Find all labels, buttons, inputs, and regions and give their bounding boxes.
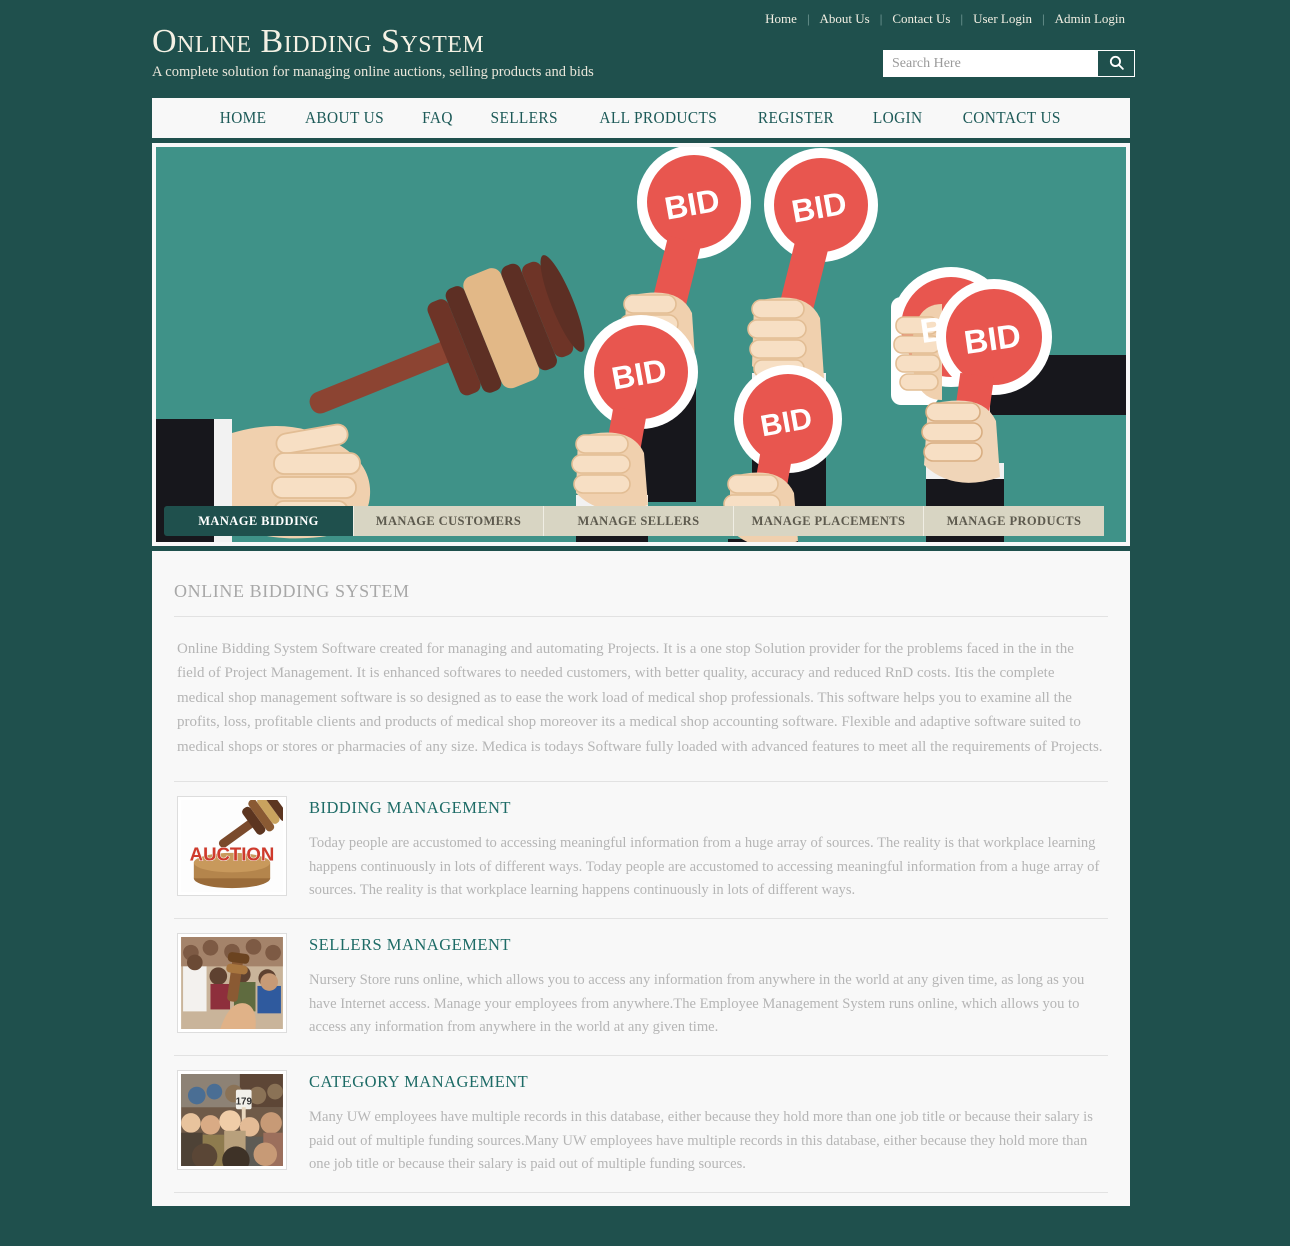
feature-body: BIDDING MANAGEMENT Today people are accu…	[309, 796, 1105, 902]
feature-body: SELLERS MANAGEMENT Nursery Store runs on…	[309, 933, 1105, 1039]
top-nav-item-about-us[interactable]: About Us	[810, 11, 880, 27]
search-button[interactable]	[1098, 51, 1134, 76]
top-nav-item-admin-login[interactable]: Admin Login	[1045, 11, 1135, 27]
svg-text:BID: BID	[962, 316, 1023, 361]
brand: Online Bidding System A complete solutio…	[152, 24, 594, 81]
feature-text: Nursery Store runs online, which allows …	[309, 972, 1085, 1035]
page-title: ONLINE BIDDING SYSTEM	[174, 581, 410, 601]
tab-label: MANAGE PLACEMENTS	[751, 513, 906, 528]
menu-item-all-products[interactable]: ALL PRODUCTS	[583, 108, 732, 128]
menu-item-sellers[interactable]: SELLERS	[475, 108, 574, 128]
site-tagline: A complete solution for managing online …	[152, 63, 594, 80]
menu-item-register[interactable]: REGISTER	[742, 108, 850, 128]
feature-body: CATEGORY MANAGEMENT Many UW employees ha…	[309, 1070, 1105, 1176]
feature-title: BIDDING MANAGEMENT	[309, 798, 511, 818]
tab-label: MANAGE BIDDING	[198, 513, 319, 528]
content-panel: ONLINE BIDDING SYSTEM Online Bidding Sys…	[152, 551, 1130, 1206]
tab-manage-customers[interactable]: MANAGE CUSTOMERS	[354, 506, 544, 536]
tab-label: MANAGE CUSTOMERS	[375, 513, 522, 528]
menu-item-login[interactable]: LOGIN	[857, 108, 938, 128]
menu-item-faq[interactable]: FAQ	[406, 108, 468, 128]
feature-item: SELLERS MANAGEMENT Nursery Store runs on…	[174, 919, 1108, 1055]
banner-panel: BID BID BID BID BID	[152, 143, 1130, 546]
auction-gavel-thumbnail: AUCTION	[177, 796, 287, 897]
auction-crowd-gavel-thumbnail	[177, 933, 287, 1034]
tab-manage-placements[interactable]: MANAGE PLACEMENTS	[734, 506, 924, 536]
top-nav-item-home[interactable]: Home	[755, 11, 807, 27]
intro-paragraph: Online Bidding System Software created f…	[177, 641, 1103, 755]
main-menu: HOME ABOUT US FAQ SELLERS ALL PRODUCTS R…	[152, 98, 1130, 138]
bidding-crowd-paddle-thumbnail: 179	[177, 1070, 287, 1171]
tab-label: MANAGE SELLERS	[577, 513, 700, 528]
auction-room-image	[181, 937, 283, 1030]
top-nav-item-user-login[interactable]: User Login	[963, 11, 1042, 27]
svg-text:179: 179	[236, 1097, 253, 1108]
search-input[interactable]	[884, 51, 1098, 76]
feature-item: 179 CATEGORY MANAGEMENT Many UW employee…	[174, 1056, 1108, 1192]
menu-item-home[interactable]: HOME	[204, 108, 282, 128]
svg-text:AUCTION: AUCTION	[190, 844, 275, 865]
bidding-crowd-image: 179	[181, 1074, 283, 1167]
top-nav-item-contact-us[interactable]: Contact Us	[882, 11, 960, 27]
search-box	[883, 50, 1135, 77]
feature-title: CATEGORY MANAGEMENT	[309, 1072, 529, 1092]
site-title: Online Bidding System	[152, 23, 485, 60]
site-header: Online Bidding System A complete solutio…	[0, 0, 1290, 98]
banner-tab-bar: MANAGE BIDDING MANAGE CUSTOMERS MANAGE S…	[164, 506, 1104, 536]
tab-manage-products[interactable]: MANAGE PRODUCTS	[924, 506, 1104, 536]
feature-divider	[174, 1192, 1108, 1194]
gavel-auction-image: AUCTION	[181, 800, 283, 893]
feature-text: Today people are accustomed to accessing…	[309, 835, 1100, 898]
menu-item-about-us[interactable]: ABOUT US	[289, 108, 400, 128]
tab-manage-sellers[interactable]: MANAGE SELLERS	[544, 506, 734, 536]
feature-text: Many UW employees have multiple records …	[309, 1109, 1093, 1172]
tab-label: MANAGE PRODUCTS	[946, 513, 1082, 528]
tab-manage-bidding[interactable]: MANAGE BIDDING	[164, 506, 354, 536]
search-icon	[1108, 54, 1125, 74]
menu-item-contact-us[interactable]: CONTACT US	[946, 108, 1076, 128]
top-nav: Home | About Us | Contact Us | User Logi…	[755, 11, 1135, 27]
feature-title: SELLERS MANAGEMENT	[309, 935, 511, 955]
auction-bidding-illustration: BID BID BID BID BID	[156, 147, 1126, 542]
feature-item: AUCTION BIDDING MANAGEMENT Today people …	[174, 782, 1108, 918]
hero-banner: BID BID BID BID BID	[156, 147, 1126, 542]
page-root: Online Bidding System A complete solutio…	[0, 0, 1290, 1246]
